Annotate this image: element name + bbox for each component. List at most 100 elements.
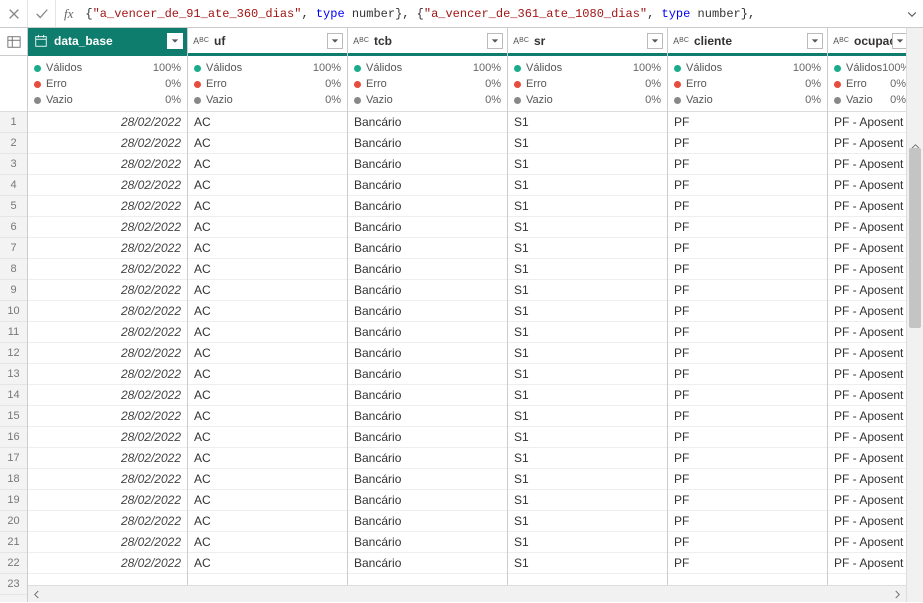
column-header[interactable]: ABCtcb bbox=[348, 28, 507, 56]
cell[interactable]: PF - Aposent bbox=[828, 406, 906, 427]
row-number[interactable]: 4 bbox=[0, 175, 27, 196]
cell[interactable]: Bancário bbox=[348, 154, 507, 175]
cell[interactable]: 28/02/2022 bbox=[28, 490, 187, 511]
cell[interactable]: 28/02/2022 bbox=[28, 259, 187, 280]
row-number[interactable]: 1 bbox=[0, 112, 27, 133]
row-number[interactable]: 9 bbox=[0, 280, 27, 301]
cell[interactable]: PF bbox=[668, 301, 827, 322]
cell[interactable]: Bancário bbox=[348, 364, 507, 385]
cell[interactable]: S1 bbox=[508, 238, 667, 259]
cell[interactable]: AC bbox=[188, 406, 347, 427]
cell[interactable]: PF - Aposent bbox=[828, 490, 906, 511]
cell[interactable]: 28/02/2022 bbox=[28, 154, 187, 175]
row-number[interactable]: 19 bbox=[0, 490, 27, 511]
cell[interactable]: 28/02/2022 bbox=[28, 448, 187, 469]
cell[interactable]: PF bbox=[668, 343, 827, 364]
text-type-icon[interactable]: ABC bbox=[352, 32, 370, 50]
cell[interactable]: AC bbox=[188, 553, 347, 574]
cell[interactable]: PF - Aposent bbox=[828, 133, 906, 154]
cell[interactable]: PF bbox=[668, 490, 827, 511]
cell[interactable]: S1 bbox=[508, 490, 667, 511]
cell[interactable]: Bancário bbox=[348, 406, 507, 427]
cell[interactable]: 28/02/2022 bbox=[28, 511, 187, 532]
cell[interactable]: S1 bbox=[508, 196, 667, 217]
cell[interactable]: Bancário bbox=[348, 280, 507, 301]
cell[interactable]: PF - Aposent bbox=[828, 259, 906, 280]
row-number[interactable]: 3 bbox=[0, 154, 27, 175]
cell[interactable]: Bancário bbox=[348, 469, 507, 490]
row-number[interactable]: 14 bbox=[0, 385, 27, 406]
cell[interactable]: PF - Aposent bbox=[828, 238, 906, 259]
cell[interactable]: AC bbox=[188, 154, 347, 175]
cell[interactable]: PF - Aposent bbox=[828, 217, 906, 238]
filter-dropdown-button[interactable] bbox=[807, 33, 823, 49]
confirm-button[interactable] bbox=[28, 0, 56, 27]
cell[interactable]: 28/02/2022 bbox=[28, 385, 187, 406]
text-type-icon[interactable]: ABC bbox=[832, 32, 850, 50]
column-header[interactable]: ABCocupacao bbox=[828, 28, 906, 56]
filter-dropdown-button[interactable] bbox=[647, 33, 663, 49]
cell[interactable]: AC bbox=[188, 217, 347, 238]
cell[interactable]: 28/02/2022 bbox=[28, 406, 187, 427]
cell[interactable]: PF - Aposent bbox=[828, 532, 906, 553]
cell[interactable]: 28/02/2022 bbox=[28, 427, 187, 448]
cell[interactable]: Bancário bbox=[348, 259, 507, 280]
cell[interactable]: 28/02/2022 bbox=[28, 532, 187, 553]
cell[interactable]: Bancário bbox=[348, 301, 507, 322]
cell[interactable]: 28/02/2022 bbox=[28, 343, 187, 364]
cell[interactable]: 28/02/2022 bbox=[28, 196, 187, 217]
cell[interactable]: S1 bbox=[508, 364, 667, 385]
cell[interactable]: PF - Aposent bbox=[828, 343, 906, 364]
cell[interactable]: PF - Aposent bbox=[828, 364, 906, 385]
cell[interactable]: PF - Aposent bbox=[828, 427, 906, 448]
cell[interactable]: S1 bbox=[508, 406, 667, 427]
row-number[interactable]: 21 bbox=[0, 532, 27, 553]
cell[interactable]: 28/02/2022 bbox=[28, 238, 187, 259]
cell[interactable]: PF - Aposent bbox=[828, 280, 906, 301]
text-type-icon[interactable]: ABC bbox=[192, 32, 210, 50]
column-header[interactable]: ABCuf bbox=[188, 28, 347, 56]
cell[interactable]: Bancário bbox=[348, 196, 507, 217]
row-number[interactable]: 6 bbox=[0, 217, 27, 238]
cell[interactable]: Bancário bbox=[348, 490, 507, 511]
column-header[interactable]: data_base bbox=[28, 28, 187, 56]
cell[interactable]: S1 bbox=[508, 343, 667, 364]
cell[interactable]: 28/02/2022 bbox=[28, 553, 187, 574]
cell[interactable]: Bancário bbox=[348, 448, 507, 469]
cell[interactable]: 28/02/2022 bbox=[28, 301, 187, 322]
cell[interactable]: AC bbox=[188, 469, 347, 490]
cell[interactable]: S1 bbox=[508, 259, 667, 280]
cell[interactable]: PF bbox=[668, 448, 827, 469]
cell[interactable]: PF bbox=[668, 217, 827, 238]
cell[interactable]: AC bbox=[188, 427, 347, 448]
cell[interactable]: S1 bbox=[508, 322, 667, 343]
text-type-icon[interactable]: ABC bbox=[512, 32, 530, 50]
cell[interactable]: PF bbox=[668, 427, 827, 448]
calendar-icon[interactable] bbox=[32, 32, 50, 50]
cell[interactable]: AC bbox=[188, 259, 347, 280]
row-number[interactable]: 18 bbox=[0, 469, 27, 490]
row-number[interactable]: 17 bbox=[0, 448, 27, 469]
row-number[interactable]: 12 bbox=[0, 343, 27, 364]
cell[interactable]: 28/02/2022 bbox=[28, 133, 187, 154]
cell[interactable]: S1 bbox=[508, 175, 667, 196]
cell[interactable]: Bancário bbox=[348, 322, 507, 343]
horizontal-scrollbar[interactable] bbox=[28, 585, 906, 602]
cell[interactable]: 28/02/2022 bbox=[28, 175, 187, 196]
cell[interactable]: PF bbox=[668, 406, 827, 427]
cell[interactable]: PF - Aposent bbox=[828, 112, 906, 133]
column-header[interactable]: ABCsr bbox=[508, 28, 667, 56]
cell[interactable]: PF bbox=[668, 238, 827, 259]
cell[interactable]: S1 bbox=[508, 217, 667, 238]
column-header[interactable]: ABCcliente bbox=[668, 28, 827, 56]
filter-dropdown-button[interactable] bbox=[167, 33, 183, 49]
cell[interactable]: S1 bbox=[508, 112, 667, 133]
cell[interactable]: Bancário bbox=[348, 343, 507, 364]
cell[interactable]: AC bbox=[188, 238, 347, 259]
cell[interactable]: AC bbox=[188, 511, 347, 532]
cell[interactable]: AC bbox=[188, 133, 347, 154]
scroll-left-arrow[interactable] bbox=[28, 586, 45, 603]
cell[interactable]: AC bbox=[188, 490, 347, 511]
row-number[interactable]: 23 bbox=[0, 574, 27, 595]
cell[interactable]: AC bbox=[188, 532, 347, 553]
